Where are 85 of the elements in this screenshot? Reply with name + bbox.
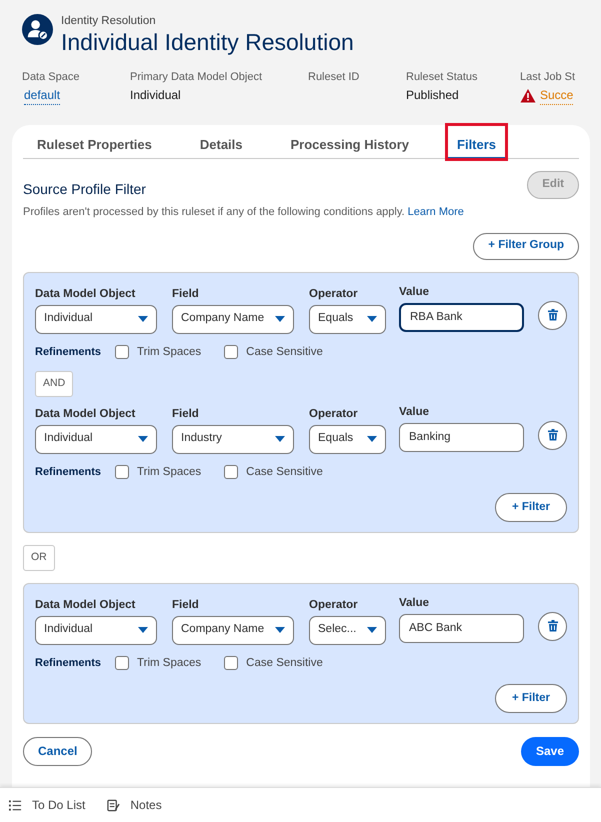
field-value: Individual bbox=[130, 87, 181, 104]
dropdown[interactable]: Company Name bbox=[172, 616, 294, 644]
field-label: Ruleset ID bbox=[308, 70, 360, 84]
column-label: Field bbox=[172, 406, 200, 420]
save-button[interactable]: Save bbox=[520, 736, 579, 766]
dropdown[interactable]: Individual bbox=[35, 304, 157, 334]
value-input-field[interactable]: ABC Bank bbox=[399, 614, 524, 642]
caret-icon bbox=[275, 316, 285, 322]
tab[interactable]: Filters bbox=[447, 125, 506, 159]
checkbox-label: Trim Spaces bbox=[137, 656, 202, 670]
caret-icon bbox=[367, 627, 377, 633]
checkbox[interactable] bbox=[115, 345, 130, 360]
column-label: Operator bbox=[309, 598, 359, 612]
value-input-field[interactable]: Banking bbox=[399, 422, 524, 452]
column-label: Data Model Object bbox=[35, 406, 136, 420]
delete-button[interactable] bbox=[538, 612, 567, 640]
page-title: Individual Identity Resolution bbox=[61, 28, 354, 56]
tab[interactable]: Ruleset Properties bbox=[37, 125, 152, 159]
caret-icon bbox=[138, 627, 148, 633]
caret-icon bbox=[367, 436, 377, 442]
column-label: Field bbox=[172, 598, 200, 612]
checklist-icon bbox=[9, 798, 22, 812]
data-space-link[interactable]: default bbox=[24, 86, 60, 105]
learn-more-link[interactable]: Learn More bbox=[408, 206, 464, 218]
utility-bar-item[interactable]: Notes bbox=[107, 796, 162, 814]
notes-icon bbox=[107, 798, 120, 812]
tab[interactable]: Processing History bbox=[290, 125, 410, 159]
checkbox[interactable] bbox=[115, 465, 130, 480]
column-label: Field bbox=[172, 286, 200, 300]
column-label: Data Model Object bbox=[35, 286, 136, 300]
field-value: Published bbox=[406, 87, 459, 104]
tab[interactable]: Details bbox=[200, 125, 243, 159]
checkbox[interactable] bbox=[115, 656, 130, 670]
person-icon bbox=[22, 14, 53, 45]
section-description: Profiles aren't processed by this ruleset if any of the following conditions apply. Learn More bbox=[23, 205, 464, 220]
delete-button[interactable] bbox=[538, 300, 567, 330]
checkbox-label: Case Sensitive bbox=[246, 656, 323, 670]
caret-icon bbox=[367, 316, 377, 322]
object-type-label: Identity Resolution bbox=[61, 14, 157, 28]
value-input-field[interactable]: RBA Bank bbox=[399, 302, 524, 332]
checkbox-label: Trim Spaces bbox=[137, 464, 202, 480]
dropdown[interactable]: Equals bbox=[309, 424, 386, 454]
field-label: Ruleset Status bbox=[406, 70, 479, 84]
refinements-label: Refinements bbox=[35, 464, 102, 480]
column-label: Operator bbox=[309, 406, 359, 420]
field-label: Data Space bbox=[22, 70, 80, 84]
field-label: Primary Data Model Object bbox=[130, 70, 264, 84]
trash-icon bbox=[548, 309, 558, 321]
dropdown[interactable]: Individual bbox=[35, 424, 157, 454]
trash-icon bbox=[548, 620, 558, 632]
column-label: Data Model Object bbox=[35, 598, 136, 612]
checkbox[interactable] bbox=[224, 656, 238, 670]
checkbox-label: Case Sensitive bbox=[246, 344, 323, 360]
add-filter-group-button[interactable]: + Filter Group bbox=[473, 232, 579, 260]
refinements-label: Refinements bbox=[35, 656, 102, 671]
or-connector: OR bbox=[23, 544, 55, 570]
checkbox[interactable] bbox=[224, 465, 238, 480]
column-label: Operator bbox=[309, 286, 359, 300]
dropdown[interactable]: Industry bbox=[172, 424, 294, 454]
trash-icon bbox=[548, 429, 558, 441]
dropdown[interactable]: Company Name bbox=[172, 304, 294, 334]
job-status-value: Succe bbox=[540, 86, 574, 105]
and-connector: AND bbox=[35, 370, 74, 396]
add-filter-button[interactable]: + Filter bbox=[494, 684, 567, 713]
dropdown[interactable]: Selec... bbox=[309, 616, 386, 644]
section-title: Source Profile Filter bbox=[23, 180, 147, 199]
cancel-button[interactable]: Cancel bbox=[23, 736, 92, 766]
column-label: Value bbox=[399, 596, 430, 610]
warning-icon bbox=[520, 88, 536, 103]
add-filter-button[interactable]: + Filter bbox=[494, 492, 567, 522]
dropdown[interactable]: Individual bbox=[35, 616, 157, 644]
checkbox[interactable] bbox=[224, 345, 238, 360]
caret-icon bbox=[138, 436, 148, 442]
caret-icon bbox=[138, 316, 148, 322]
checkbox-label: Trim Spaces bbox=[137, 344, 202, 360]
delete-button[interactable] bbox=[538, 420, 567, 450]
caret-icon bbox=[275, 627, 285, 633]
utility-bar-item[interactable]: To Do List bbox=[9, 796, 86, 814]
column-label: Value bbox=[399, 404, 430, 418]
caret-icon bbox=[275, 436, 285, 442]
refinements-label: Refinements bbox=[35, 344, 102, 360]
dropdown[interactable]: Equals bbox=[309, 304, 386, 334]
field-label: Last Job St bbox=[520, 70, 576, 84]
checkbox-label: Case Sensitive bbox=[246, 464, 323, 480]
column-label: Value bbox=[399, 284, 430, 298]
